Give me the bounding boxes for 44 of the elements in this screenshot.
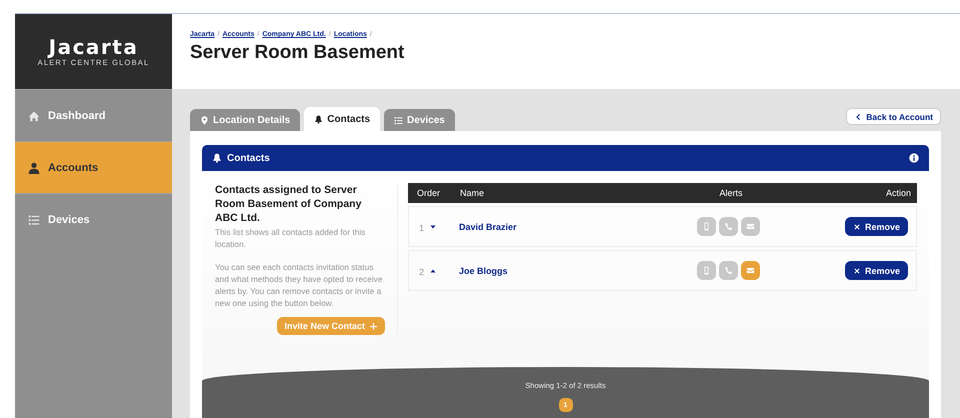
caret-down-icon <box>429 222 438 230</box>
envelope-icon <box>746 222 754 231</box>
intro-paragraph: This list shows all contacts added for this location. <box>215 226 366 250</box>
back-button[interactable]: Back to Account <box>846 108 941 125</box>
phone-alert-toggle[interactable] <box>718 261 738 280</box>
intro-heading: Contacts assigned to Server Room Basement of Company ABC Ltd. <box>215 183 362 225</box>
column-header: Action <box>884 188 911 198</box>
nav-item[interactable]: Accounts <box>15 141 172 193</box>
mobile-alert-toggle[interactable] <box>696 261 716 280</box>
email-alert-toggle[interactable] <box>740 217 760 236</box>
page-title: Server Room Basement <box>190 42 406 64</box>
order-number: 1 <box>419 223 424 233</box>
envelope-icon <box>746 266 754 275</box>
mobile-icon <box>702 266 710 275</box>
plus-icon <box>369 322 378 330</box>
mobile-icon <box>702 222 710 231</box>
list-icon <box>394 116 404 124</box>
move-down-button[interactable] <box>429 222 438 230</box>
close-icon <box>852 222 861 230</box>
list-icon <box>28 214 40 226</box>
phone-alert-toggle[interactable] <box>718 217 738 236</box>
intro-paragraph: You can see each contacts invitation status and what methods they have opted to receive alerts by. You can remove contacts or invite a new one using the button below. <box>215 261 384 309</box>
bell-icon <box>314 114 324 124</box>
info-icon <box>909 153 919 163</box>
phone-icon <box>724 222 732 231</box>
email-alert-toggle[interactable] <box>740 261 760 280</box>
remove-button[interactable]: Remove <box>844 217 908 236</box>
tab[interactable]: Contacts <box>304 107 380 131</box>
column-header: Order <box>417 188 442 198</box>
remove-button[interactable]: Remove <box>844 261 908 280</box>
contact-name-link[interactable]: David Brazier <box>459 222 517 232</box>
contact-name-link[interactable]: Joe Bloggs <box>459 266 508 276</box>
panel-title: Contacts <box>227 152 271 164</box>
close-icon <box>852 266 861 274</box>
home-icon <box>28 110 40 122</box>
chevron-left-icon <box>854 112 862 120</box>
mobile-alert-toggle[interactable] <box>696 217 716 236</box>
order-number: 2 <box>419 267 424 277</box>
bell-icon <box>212 153 222 163</box>
column-header: Name <box>460 188 486 198</box>
phone-icon <box>724 266 732 275</box>
user-icon <box>28 162 40 174</box>
map-pin-icon <box>200 116 209 124</box>
column-header: Alerts <box>718 188 744 198</box>
